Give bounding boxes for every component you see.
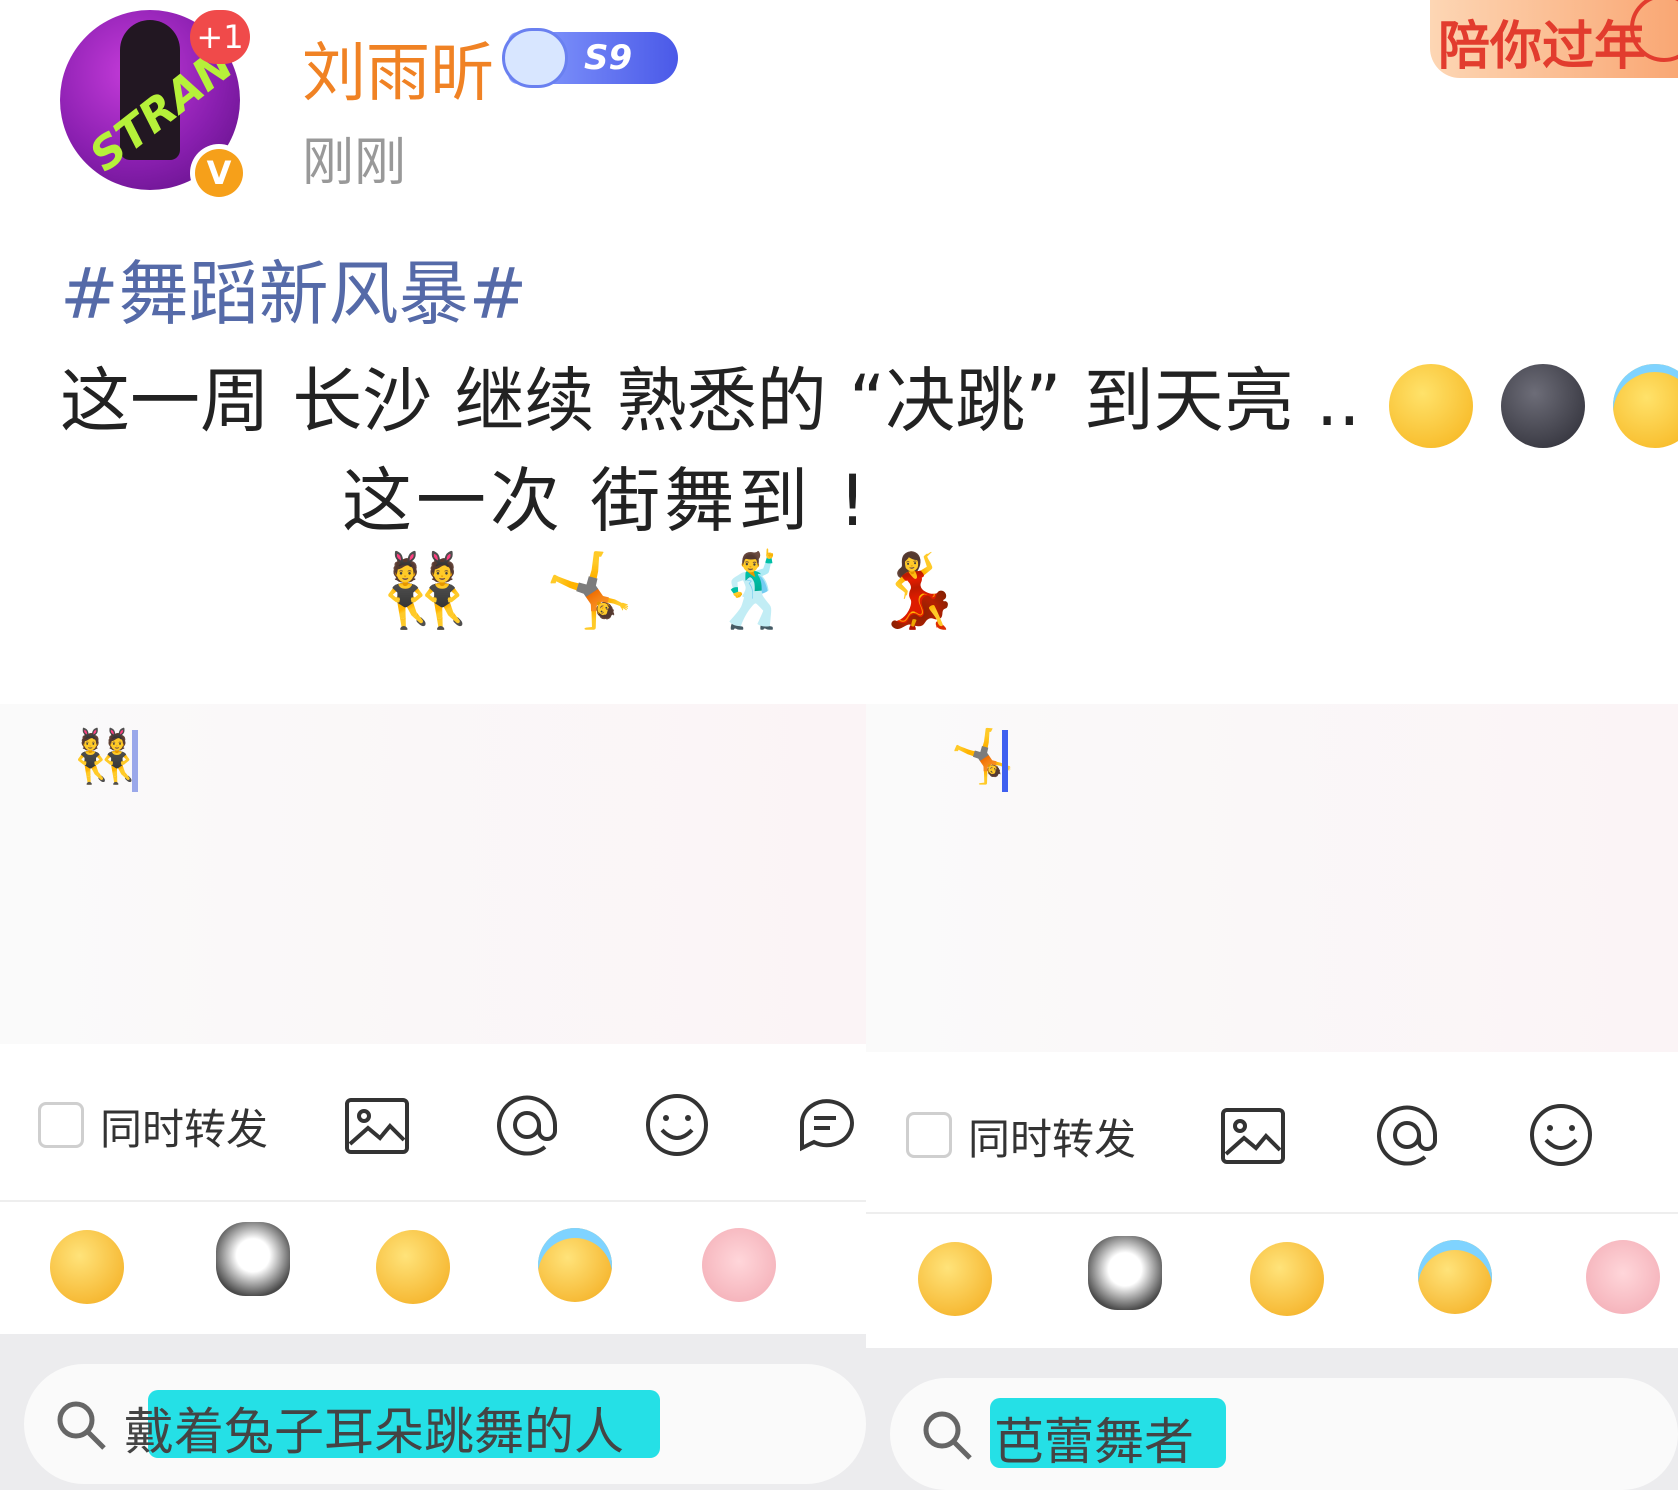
- mention-icon[interactable]: [494, 1092, 560, 1158]
- level-badge-label: S9: [584, 38, 633, 78]
- pig-face-icon[interactable]: [1586, 1240, 1660, 1314]
- notification-badge: +1: [190, 10, 250, 64]
- chat-icon[interactable]: [794, 1092, 860, 1158]
- compose-input-right[interactable]: 🤸: [866, 704, 1678, 1052]
- verified-badge-label: V: [195, 149, 243, 197]
- compose-toolbar-left: 同时转发: [0, 1080, 866, 1170]
- angel-face-icon: [1613, 363, 1678, 448]
- image-icon[interactable]: [1220, 1104, 1286, 1170]
- avatar-container[interactable]: STRANGE +1 V: [60, 10, 250, 202]
- cat-heart-icon[interactable]: [216, 1222, 290, 1296]
- compose-left-emoji: 👯: [72, 727, 137, 787]
- divider: [0, 1200, 866, 1202]
- search-band-left: 戴着兔子耳朵跳舞的人: [0, 1334, 866, 1490]
- search-band-right: 芭蕾舞者: [866, 1348, 1678, 1490]
- image-icon[interactable]: [344, 1094, 410, 1160]
- pig-face-icon[interactable]: [702, 1228, 776, 1302]
- pleading-face-icon[interactable]: [918, 1242, 992, 1316]
- ballet-dancer-icon: 🤸: [544, 548, 661, 632]
- username[interactable]: 刘雨昕: [302, 22, 494, 114]
- woman-dancing-icon: 💃: [873, 548, 990, 632]
- surprised-face-icon: [1388, 363, 1473, 448]
- repost-label: 同时转发: [968, 1115, 1137, 1164]
- cat-heart-icon[interactable]: [1088, 1236, 1162, 1310]
- divider: [866, 1212, 1678, 1214]
- mention-icon[interactable]: [1374, 1102, 1440, 1168]
- repost-label: 同时转发: [100, 1105, 269, 1154]
- emoji-icon[interactable]: [644, 1092, 710, 1158]
- search-query-text: 戴着兔子耳朵跳舞的人: [124, 1403, 624, 1461]
- new-moon-face-icon: [1501, 363, 1586, 448]
- dancer-emojis: 👯 🤸 🕺 💃: [380, 548, 989, 633]
- man-dancing-icon: 🕺: [709, 548, 825, 632]
- angel-face-icon[interactable]: [538, 1228, 612, 1302]
- promo-banner-label: 陪你过年: [1438, 17, 1647, 77]
- ghost-icon: [502, 28, 568, 88]
- search-icon: [57, 1401, 106, 1450]
- text-cursor: [132, 730, 138, 792]
- text-cursor: [1002, 730, 1008, 792]
- compose-toolbar-right: 同时转发: [866, 1090, 1678, 1180]
- bunny-dancers-icon: 👯: [380, 548, 496, 632]
- level-badge[interactable]: S9: [502, 28, 678, 88]
- repost-checkbox[interactable]: [38, 1102, 84, 1148]
- drooling-face-icon[interactable]: [376, 1230, 450, 1304]
- post-line-1-text: 这一周 长沙 继续 熟悉的 “决跳” 到天亮 ..: [60, 360, 1361, 442]
- sticker-search-input[interactable]: 芭蕾舞者: [890, 1378, 1678, 1490]
- post-line-2: 这一次 街舞到 !: [342, 460, 871, 542]
- post-hashtag[interactable]: #舞蹈新风暴#: [60, 238, 527, 339]
- compose-input-left[interactable]: 👯: [0, 704, 866, 1044]
- verified-icon: V: [190, 144, 248, 202]
- search-query-text: 芭蕾舞者: [994, 1413, 1194, 1471]
- emoji-icon[interactable]: [1528, 1102, 1594, 1168]
- repost-checkbox[interactable]: [906, 1112, 952, 1158]
- promo-banner[interactable]: 陪你过年: [1430, 0, 1678, 78]
- search-icon: [923, 1411, 972, 1460]
- sticker-search-input[interactable]: 戴着兔子耳朵跳舞的人: [24, 1364, 866, 1484]
- angel-face-icon[interactable]: [1418, 1240, 1492, 1314]
- drooling-face-icon[interactable]: [1250, 1242, 1324, 1316]
- post-timestamp: 刚刚: [302, 133, 407, 193]
- post-line-1: 这一周 长沙 继续 熟悉的 “决跳” 到天亮 ..: [60, 345, 1678, 448]
- pleading-face-icon[interactable]: [50, 1230, 124, 1304]
